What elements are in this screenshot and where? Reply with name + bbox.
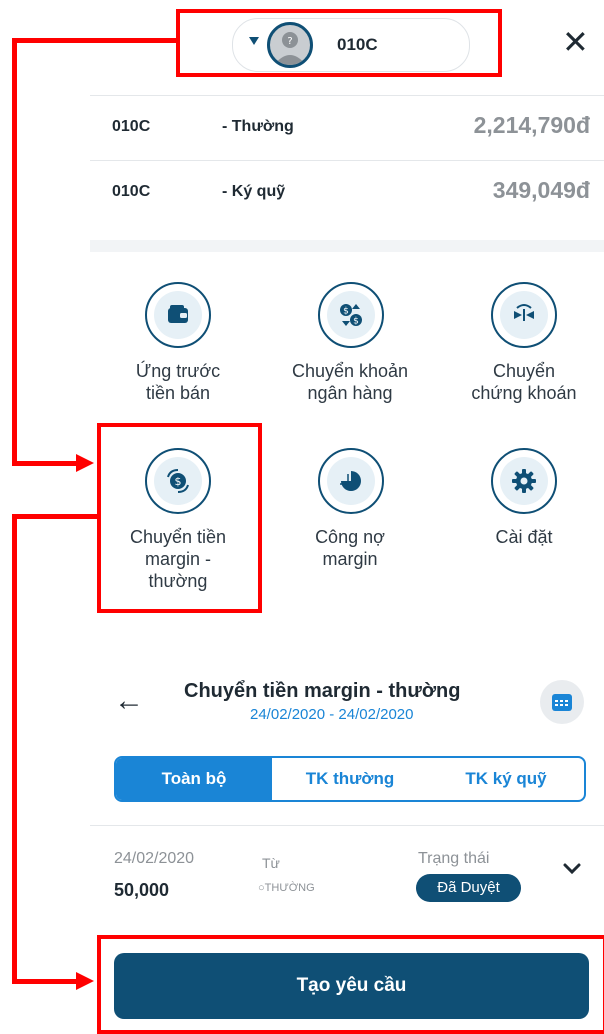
balance-account: 010C — [112, 118, 151, 135]
stock-transfer-icon[interactable] — [491, 282, 557, 348]
section-gap — [90, 240, 604, 252]
page-title: Chuyển tiền margin - thường — [184, 680, 461, 702]
feature-label-bank-transfer: Chuyển khoản ngân hàng — [291, 361, 409, 403]
close-icon[interactable]: ✕ — [562, 26, 589, 58]
tab-margin[interactable]: TK ký quỹ — [428, 758, 584, 800]
annotation-arrowhead — [76, 454, 94, 472]
account-tabs: Toàn bộ TK thường TK ký quỹ — [114, 756, 586, 802]
calendar-button[interactable] — [540, 680, 584, 724]
money-transfer-icon[interactable]: $ $ — [318, 282, 384, 348]
annotation-box-button — [97, 935, 604, 1034]
annotation-arrowhead — [76, 972, 94, 990]
chevron-down-icon[interactable] — [562, 862, 582, 881]
balance-amount: 349,049đ — [492, 177, 590, 203]
balance-amount: 2,214,790đ — [473, 112, 590, 138]
calendar-icon — [552, 694, 572, 711]
feature-label-stock-transfer: Chuyển chứng khoán — [471, 361, 577, 403]
annotation-box-account — [176, 9, 502, 77]
divider — [90, 95, 604, 96]
annotation-line — [12, 38, 17, 466]
balance-type: - Thường — [222, 118, 294, 135]
status-label: Trạng thái — [418, 850, 490, 867]
balance-type: - Ký quỹ — [222, 183, 286, 200]
annotation-line — [12, 514, 17, 984]
annotation-line — [12, 514, 97, 519]
tab-regular[interactable]: TK thường — [272, 758, 428, 800]
annotation-line — [12, 38, 176, 43]
from-label: Từ — [262, 855, 280, 871]
transaction-amount: 50,000 — [114, 880, 170, 900]
transaction-date: 24/02/2020 — [114, 850, 195, 867]
feature-label-advance: Ứng trước tiền bán — [135, 361, 221, 403]
svg-text:$: $ — [353, 317, 359, 327]
divider — [90, 160, 604, 161]
balance-row: 010C - Thường 2,214,790đ — [90, 98, 604, 160]
annotation-line — [12, 979, 78, 984]
tab-all[interactable]: Toàn bộ — [116, 758, 272, 800]
annotation-box-feature — [97, 423, 262, 613]
svg-text:$: $ — [343, 307, 349, 317]
feature-label-margin-debt: Công nợ margin — [315, 527, 385, 569]
balance-account: 010C — [112, 183, 151, 200]
gear-icon[interactable] — [491, 448, 557, 514]
from-value: ○THƯỜNG — [258, 882, 315, 894]
annotation-line — [12, 461, 78, 466]
balance-row: 010C - Ký quỹ 349,049đ — [90, 163, 604, 225]
back-arrow-icon[interactable]: ← — [114, 686, 144, 716]
wallet-icon[interactable] — [145, 282, 211, 348]
pie-chart-icon[interactable] — [318, 448, 384, 514]
divider — [90, 825, 604, 826]
status-badge: Đã Duyệt — [416, 874, 521, 902]
date-range: 24/02/2020 - 24/02/2020 — [250, 706, 414, 723]
feature-label-settings: Cài đặt — [495, 527, 553, 547]
